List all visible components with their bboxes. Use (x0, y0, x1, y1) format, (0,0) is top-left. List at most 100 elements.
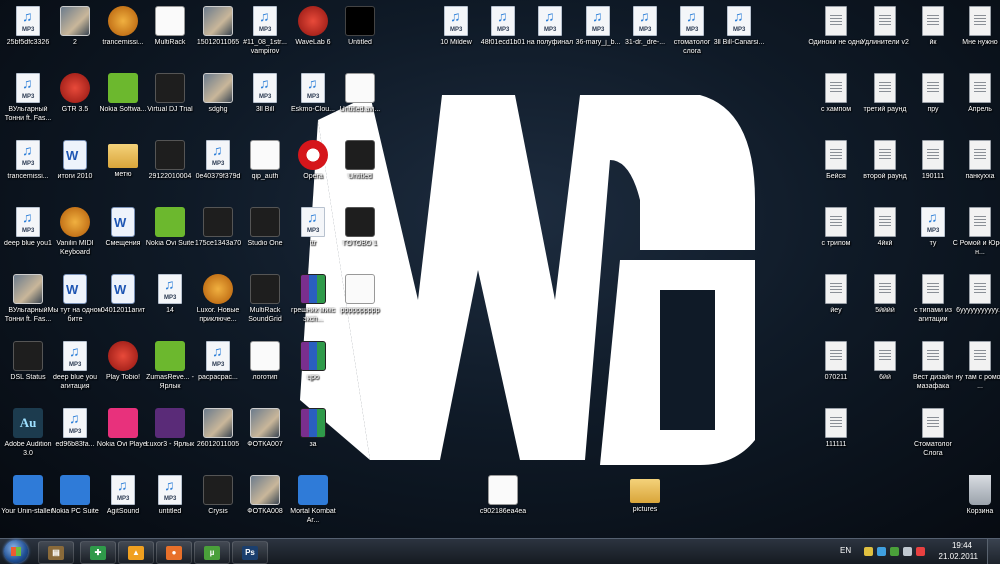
desktop-icon-label: за (309, 441, 317, 448)
mp3-icon (727, 6, 751, 36)
mp3-icon (206, 341, 230, 371)
purple-icon (155, 408, 185, 438)
tray-network-icon[interactable] (877, 547, 886, 556)
txt-icon (922, 6, 944, 36)
desktop-icon[interactable]: с хампом (808, 69, 864, 136)
desktop-icon[interactable]: 070211 (808, 337, 864, 404)
clock-date[interactable]: 21.02.2011 (939, 552, 978, 561)
desktop-icon[interactable]: Корзина (952, 471, 1000, 538)
utorrent-icon: µ (204, 545, 220, 560)
desktop-icon[interactable]: Бейся (808, 136, 864, 203)
desktop-icon[interactable]: Untitled (332, 136, 388, 203)
red-icon (108, 341, 138, 371)
txt-icon (922, 408, 944, 438)
green-icon (155, 207, 185, 237)
taskbar-button-file-manager[interactable]: ▤ (38, 541, 74, 564)
txt-icon (969, 341, 991, 371)
txt-icon (969, 6, 991, 36)
desktop-icon-label: цро (307, 374, 319, 381)
taskbar-button-utorrent[interactable]: µ (194, 541, 230, 564)
txt-icon (825, 73, 847, 103)
language-indicator[interactable]: EN (840, 546, 851, 555)
blue-icon (60, 475, 90, 505)
desktop-icon[interactable]: 111111 (808, 404, 864, 471)
dark-icon (13, 341, 43, 371)
desktop-icon[interactable]: Untitled (332, 2, 388, 69)
desktop-icon[interactable]: йеу (808, 270, 864, 337)
adobe-icon: Au (13, 408, 43, 438)
desktop-icon[interactable]: с трипом (808, 203, 864, 270)
desktop-icon-label: с трипом (821, 240, 851, 247)
desktop-icon[interactable]: 3ll Bill-Canarsi... (711, 2, 767, 69)
green-icon (108, 73, 138, 103)
desktop-icon-label: ГОТОВО 1 (343, 240, 377, 247)
opera-icon (298, 140, 328, 170)
taskbar-button-photoshop[interactable]: Ps (232, 541, 268, 564)
desktop-icon[interactable]: Мне нужно (952, 2, 1000, 69)
mp3-icon (158, 274, 182, 304)
tray-volume-icon[interactable] (903, 547, 912, 556)
dark-icon (345, 207, 375, 237)
desktop-icon-label: Одиноки не одни (808, 39, 864, 46)
dark-icon (155, 140, 185, 170)
desktop-icon[interactable]: Апрель (952, 69, 1000, 136)
desktop-icon[interactable]: c902186ea4ea (475, 471, 531, 538)
txt-icon (969, 140, 991, 170)
desktop-icon[interactable]: рррррррррр (332, 270, 388, 337)
txt-icon (874, 6, 896, 36)
tray-utorrent-icon[interactable] (890, 547, 899, 556)
mp3-icon (111, 475, 135, 505)
taskbar-button-aimp[interactable]: ▲ (118, 541, 154, 564)
pink-icon (108, 408, 138, 438)
doc-icon (111, 274, 135, 304)
desktop-icon[interactable]: С Ромой и Юрой н... (952, 203, 1000, 270)
desktop-icon[interactable]: Одиноки не одни (808, 2, 864, 69)
txt-icon (874, 207, 896, 237)
white-icon (155, 6, 185, 36)
black-icon (345, 6, 375, 36)
photo-icon (60, 6, 90, 36)
taskbar-button-tool[interactable]: ✚ (80, 541, 116, 564)
desktop-icon[interactable]: 6yyyyyyyyyyy... (952, 270, 1000, 337)
desktop-icon[interactable]: Untitled.avi... (332, 69, 388, 136)
desktop-icon[interactable]: цро (285, 337, 341, 404)
desktop-icon-label: рррррррррр (340, 307, 380, 314)
start-button[interactable] (4, 540, 28, 563)
desktop-icon[interactable]: pictures (617, 471, 673, 538)
desktop-icon[interactable]: ну там с ромой ... (952, 337, 1000, 404)
taskbar-button-firefox[interactable]: ● (156, 541, 192, 564)
desktop-icon[interactable]: Стоматолог Слога (905, 404, 961, 471)
show-desktop-button[interactable] (987, 539, 1000, 564)
desktop-icon[interactable]: Mortal Kombat Ar... (285, 471, 341, 538)
orange-icon (60, 207, 90, 237)
mp3-icon (301, 73, 325, 103)
mp3-icon (921, 207, 945, 237)
desktop-icon[interactable]: ГОТОВО 1 (332, 203, 388, 270)
tray-app-icon[interactable] (916, 547, 925, 556)
txt-icon (825, 341, 847, 371)
taskbar: ▤ ✚ ▲ ● µ Ps EN 19:44 21.02.2011 (0, 538, 1000, 564)
folder-icon (108, 144, 138, 168)
dark-icon (250, 274, 280, 304)
photo-icon (250, 475, 280, 505)
txt-icon (969, 274, 991, 304)
desktop-icon-label: Mortal Kombat Ar... (290, 508, 336, 524)
clock-time[interactable]: 19:44 (952, 541, 972, 550)
mp3-icon (63, 408, 87, 438)
desktop-icon-label: Untitled (348, 173, 372, 180)
photoshop-icon: Ps (242, 545, 258, 560)
doc-icon (63, 140, 87, 170)
desktop-icon[interactable]: панкухха (952, 136, 1000, 203)
txt-icon (874, 73, 896, 103)
orange-icon (108, 6, 138, 36)
tray-flag-icon[interactable] (864, 547, 873, 556)
txt-icon (922, 274, 944, 304)
txt-icon (825, 140, 847, 170)
rar-icon (300, 408, 326, 438)
blue-icon (298, 475, 328, 505)
desktop-icon[interactable]: за (285, 404, 341, 471)
mp3-icon (253, 73, 277, 103)
txt-icon (874, 341, 896, 371)
mp3-icon (16, 73, 40, 103)
desktop-icon-label: Мне нужно (962, 39, 998, 46)
